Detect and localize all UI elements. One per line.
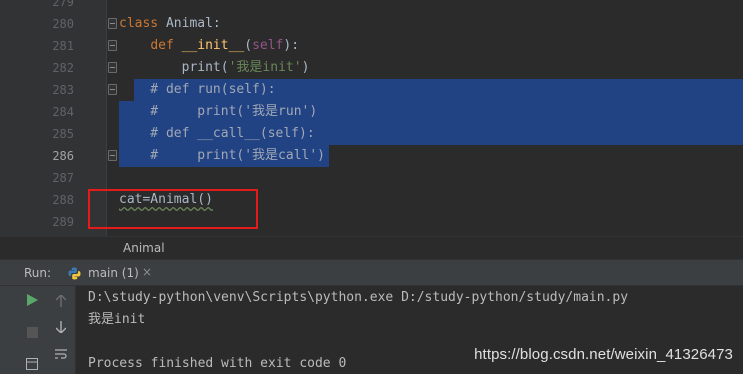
console-line: Process finished with exit code 0 (88, 356, 347, 371)
function-name: __init__ (173, 38, 245, 53)
left-tool-strip (0, 0, 46, 236)
line-number: 285 (52, 127, 74, 141)
code-line-282: print('我是init') (119, 57, 310, 79)
red-annotation-box (88, 189, 258, 229)
string-literal: '我是init' (228, 60, 302, 75)
run-panel-header: Run: main (1) × (0, 259, 743, 286)
fold-marker-icon[interactable] (108, 84, 117, 95)
fold-marker-icon[interactable] (108, 18, 117, 29)
watermark: https://blog.csdn.net/weixin_41326473 (474, 346, 733, 363)
code-line-283: # def run(self): (119, 79, 276, 101)
python-icon (68, 267, 81, 280)
paren: ( (244, 38, 253, 53)
line-number: 283 (52, 83, 74, 97)
keyword-class: class (119, 16, 159, 31)
play-icon[interactable] (24, 292, 40, 308)
console-line: 我是init (88, 312, 146, 327)
stop-icon[interactable] (24, 324, 40, 340)
line-number: 280 (52, 17, 74, 31)
run-panel-label: Run: (24, 266, 52, 280)
console-line: D:\study-python\venv\Scripts\python.exe … (88, 290, 629, 305)
comment: # def __call__(self): (119, 126, 315, 141)
line-number: 282 (52, 61, 74, 75)
self-param: self (252, 38, 284, 53)
line-number: 288 (52, 193, 74, 207)
line-number-current: 286 (52, 149, 74, 163)
fold-marker-icon[interactable] (108, 62, 117, 73)
comment: # def run(self): (119, 82, 276, 97)
arrow-up-icon[interactable] (53, 293, 69, 309)
run-toolbar-secondary (46, 286, 76, 374)
keyword-def: def (150, 38, 174, 53)
run-console-output[interactable]: D:\study-python\venv\Scripts\python.exe … (77, 286, 743, 374)
print-call: print( (181, 60, 229, 75)
code-line-280: class Animal: (119, 13, 221, 35)
line-number: 281 (52, 39, 74, 53)
paren: ) (301, 60, 310, 75)
breadcrumb[interactable]: Animal (0, 236, 743, 258)
layout-icon[interactable] (24, 356, 40, 372)
paren: ): (283, 38, 300, 53)
run-tab-main[interactable]: main (1) × (60, 260, 152, 286)
soft-wrap-icon[interactable] (53, 346, 69, 362)
run-toolbar (0, 286, 46, 374)
fold-marker-icon[interactable] (108, 150, 117, 161)
comment: # print('我是call') (119, 148, 326, 163)
breadcrumb-item[interactable]: Animal (123, 241, 165, 255)
line-number: 289 (52, 215, 74, 229)
code-line-285: # def __call__(self): (119, 123, 315, 145)
fold-marker-icon[interactable] (108, 40, 117, 51)
code-line-281: def __init__(self): (119, 35, 299, 57)
close-icon[interactable]: × (142, 265, 152, 279)
code-line-286: # print('我是call') (119, 145, 325, 167)
code-editor[interactable]: 279 280 281 282 283 284 285 286 287 288 … (0, 0, 743, 236)
comment: # print('我是run') (119, 104, 318, 119)
line-number: 284 (52, 105, 74, 119)
code-line-284: # print('我是run') (119, 101, 317, 123)
line-number: 287 (52, 171, 74, 185)
run-tab-title: main (1) (88, 266, 139, 280)
line-number: 279 (52, 0, 74, 9)
class-name: Animal: (158, 16, 221, 31)
arrow-down-icon[interactable] (53, 319, 69, 335)
